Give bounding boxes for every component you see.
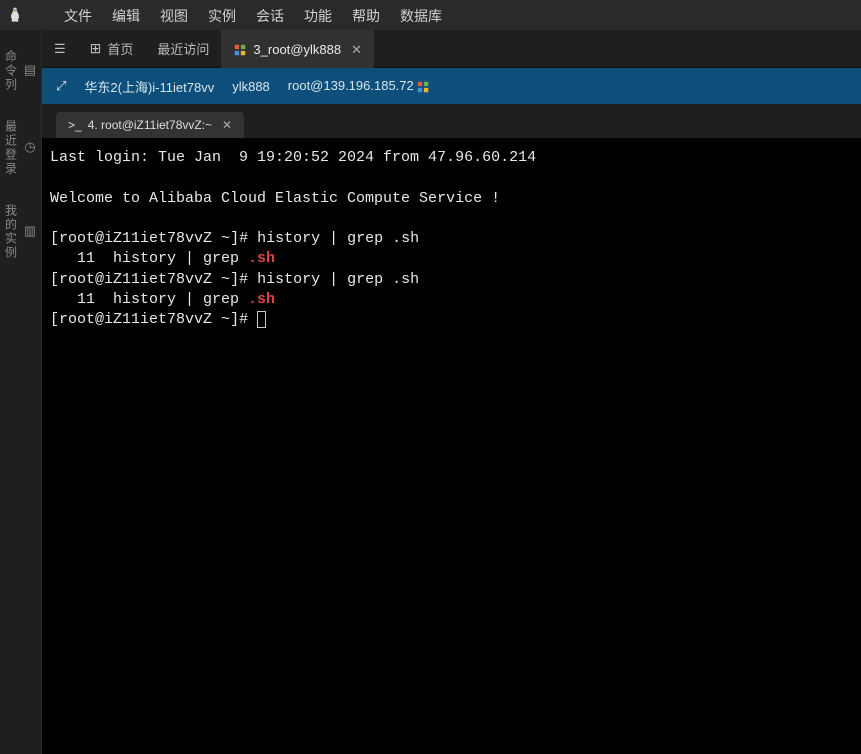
sidebar-label: 最近登录 xyxy=(3,120,20,176)
sidebar-item-my-instances[interactable]: ▥ 我的实例 xyxy=(3,204,39,260)
menu-help[interactable]: 帮助 xyxy=(352,6,380,26)
close-icon[interactable]: ✕ xyxy=(222,118,232,132)
expand-icon[interactable]: ⤢ xyxy=(56,78,66,94)
menu-instance[interactable]: 实例 xyxy=(208,6,236,26)
menu-function[interactable]: 功能 xyxy=(304,6,332,26)
terminal-line: [root@iZ11iet78vvZ ~]# history | grep .s… xyxy=(50,271,419,288)
tab-active-label: 3_root@ylk888 xyxy=(253,42,341,57)
connection-region: 华东2(上海)i-11iet78vv xyxy=(84,77,214,96)
terminal-line: 11 history | grep .sh xyxy=(50,250,275,267)
terminal-line: Last login: Tue Jan 9 19:20:52 2024 from… xyxy=(50,149,536,166)
menu-view[interactable]: 视图 xyxy=(160,6,188,26)
terminal-line: [root@iZ11iet78vvZ ~]# history | grep .s… xyxy=(50,230,419,247)
tab-recent[interactable]: 最近访问 xyxy=(145,30,221,68)
clock-icon: ◷ xyxy=(24,140,39,157)
grid-icon: ⊞ xyxy=(90,40,102,57)
menu-toggle-button[interactable]: ☰ xyxy=(42,30,78,68)
tab-home-label: 首页 xyxy=(107,39,133,58)
sidebar-label: 我的实例 xyxy=(3,204,20,260)
close-icon[interactable]: ✕ xyxy=(351,42,362,58)
menu-bar: 文件 编辑 视图 实例 会话 功能 帮助 数据库 xyxy=(64,6,442,26)
tab-home[interactable]: ⊞ 首页 xyxy=(78,30,146,68)
linux-tux-icon xyxy=(8,7,22,23)
title-bar: 文件 编辑 视图 实例 会话 功能 帮助 数据库 xyxy=(0,0,861,30)
terminal-prompt-icon: >_ xyxy=(68,118,82,132)
terminal-tab-label: 4. root@iZ11iet78vvZ:~ xyxy=(88,118,212,132)
terminal-cursor xyxy=(257,311,266,328)
connection-userhost: root@139.196.185.72 xyxy=(288,78,430,94)
connection-bar: ⤢ 华东2(上海)i-11iet78vv ylk888 root@139.196… xyxy=(42,68,861,104)
top-tab-strip: ☰ ⊞ 首页 最近访问 3_root@ylk888 ✕ xyxy=(42,30,861,68)
menu-file[interactable]: 文件 xyxy=(64,6,92,26)
server-icon: ▥ xyxy=(24,224,39,241)
terminal-output[interactable]: Last login: Tue Jan 9 19:20:52 2024 from… xyxy=(42,138,861,754)
sidebar-item-recent-login[interactable]: ◷ 最近登录 xyxy=(3,120,39,176)
terminal-line: [root@iZ11iet78vvZ ~]# xyxy=(50,311,266,328)
connection-hostname: ylk888 xyxy=(232,79,270,94)
tab-session-active[interactable]: 3_root@ylk888 ✕ xyxy=(221,30,374,68)
terminal-line: Welcome to Alibaba Cloud Elastic Compute… xyxy=(50,190,500,207)
tab-recent-label: 最近访问 xyxy=(157,39,209,58)
panel-icon: ▤ xyxy=(24,63,39,80)
menu-session[interactable]: 会话 xyxy=(256,6,284,26)
plugin-icon xyxy=(233,43,247,57)
terminal-tab[interactable]: >_ 4. root@iZ11iet78vvZ:~ ✕ xyxy=(56,112,244,138)
left-sidebar: ▤ 命令列 ◷ 最近登录 ▥ 我的实例 xyxy=(0,30,42,754)
menu-edit[interactable]: 编辑 xyxy=(112,6,140,26)
menu-database[interactable]: 数据库 xyxy=(400,6,442,26)
sidebar-item-commands[interactable]: ▤ 命令列 xyxy=(3,50,39,92)
terminal-line: 11 history | grep .sh xyxy=(50,291,275,308)
plugin-icon xyxy=(416,80,430,94)
terminal-tab-row: >_ 4. root@iZ11iet78vvZ:~ ✕ xyxy=(42,104,861,138)
sidebar-label: 命令列 xyxy=(3,50,20,92)
